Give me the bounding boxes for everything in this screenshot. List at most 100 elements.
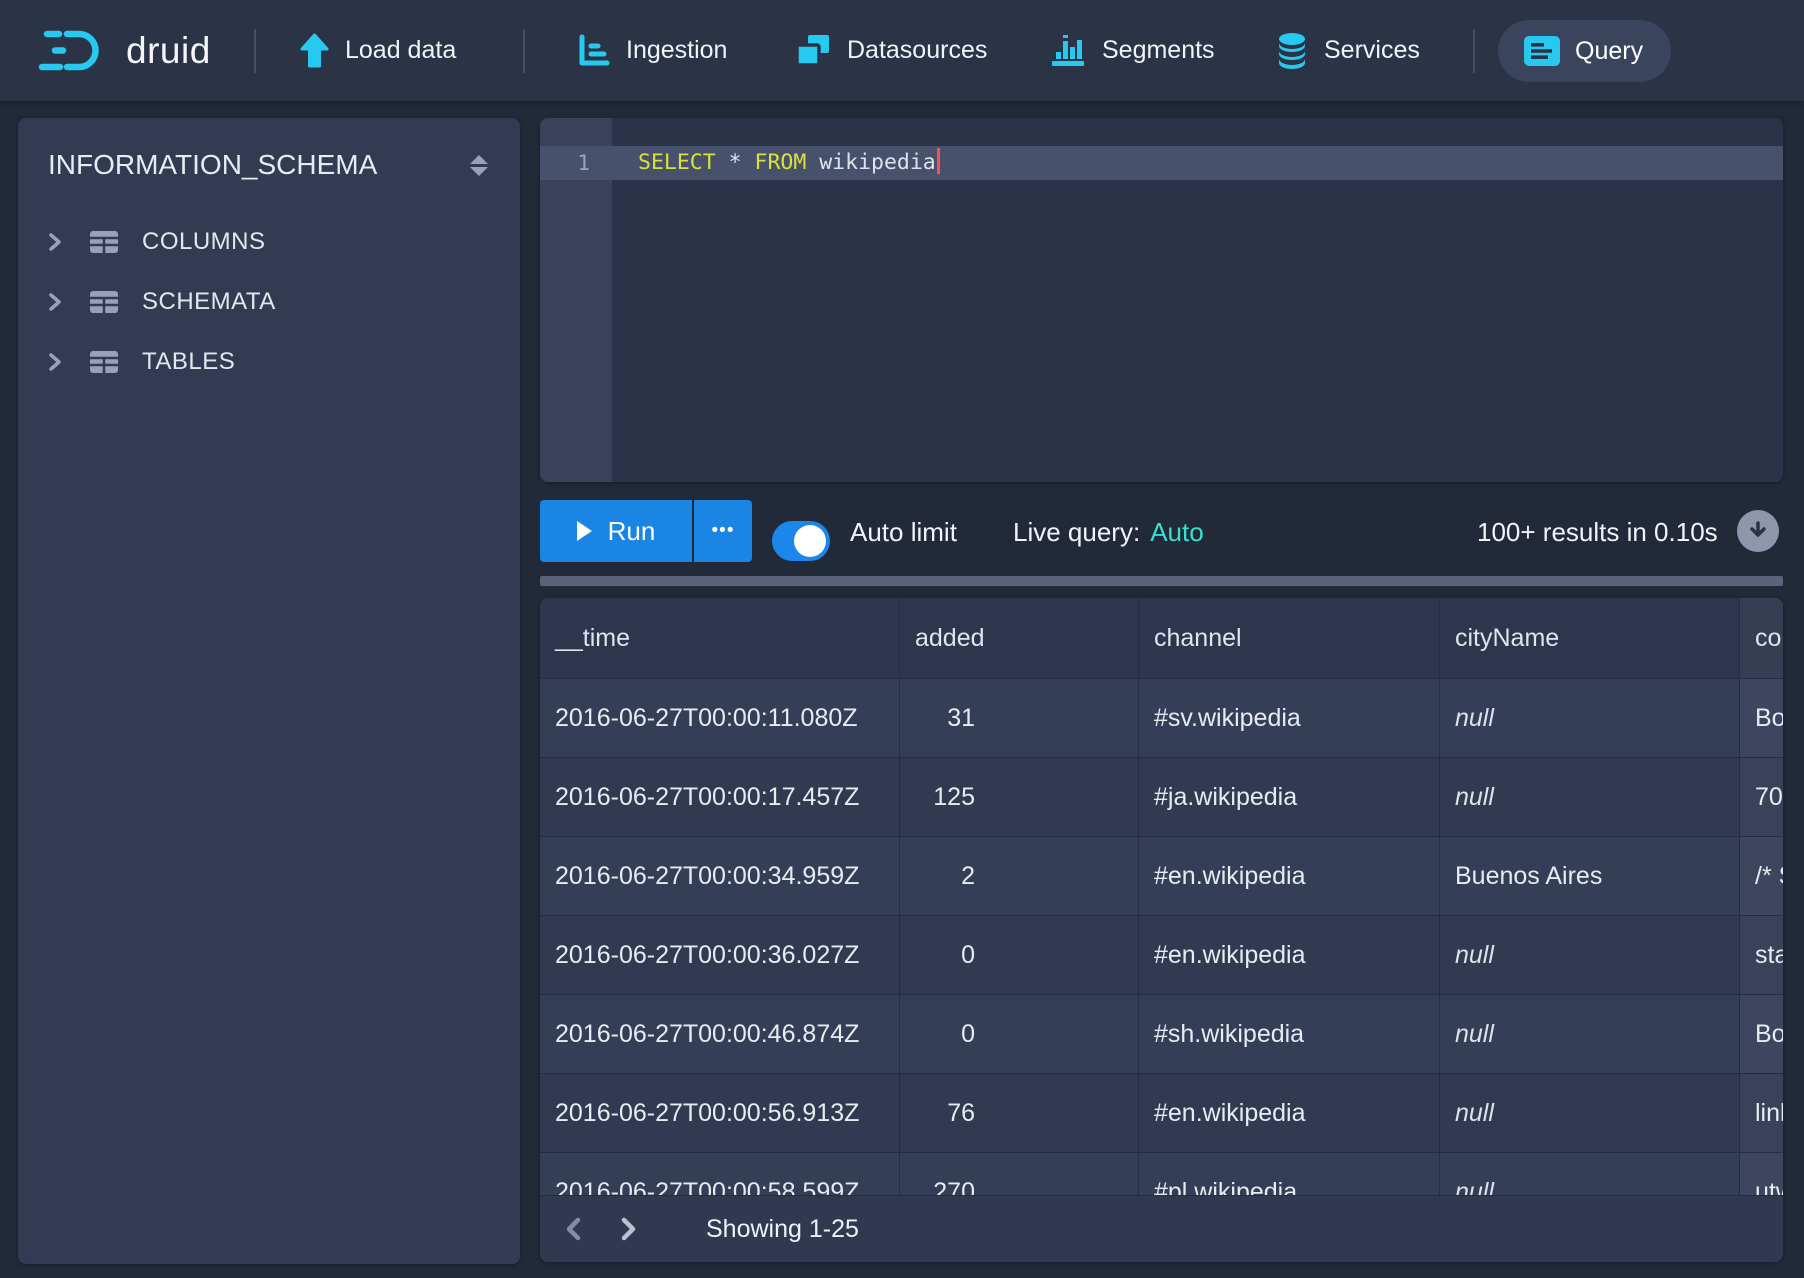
cell-channel[interactable]: #en.wikipedia: [1139, 837, 1440, 915]
column-header-comment[interactable]: comment: [1740, 598, 1783, 678]
nav-item-segments[interactable]: Segments: [1048, 0, 1215, 101]
table-row: 2016-06-27T00:00:36.027Z 0 #en.wikipedia…: [540, 915, 1783, 994]
column-header-time[interactable]: __time: [540, 598, 900, 678]
auto-limit-toggle[interactable]: [772, 521, 830, 561]
run-more-button[interactable]: •••: [694, 500, 752, 562]
upload-arrow-icon: [298, 33, 331, 69]
cell-cityname[interactable]: null: [1440, 1153, 1740, 1196]
nav-item-query-active[interactable]: Query: [1498, 20, 1671, 82]
chevron-right-icon: [44, 351, 66, 373]
cell-comment[interactable]: utw: [1740, 1153, 1783, 1196]
cell-time[interactable]: 2016-06-27T00:00:58.599Z: [540, 1153, 900, 1196]
run-button[interactable]: Run: [540, 500, 692, 562]
cell-cityname[interactable]: null: [1440, 1074, 1740, 1152]
cell-cityname[interactable]: null: [1440, 916, 1740, 994]
table-row: 2016-06-27T00:00:58.599Z 270 #pl.wikiped…: [540, 1152, 1783, 1196]
live-query: Live query: Auto: [1013, 501, 1204, 563]
nav-item-ingestion[interactable]: Ingestion: [574, 0, 727, 101]
chevron-right-icon: [44, 231, 66, 253]
cell-time[interactable]: 2016-06-27T00:00:11.080Z: [540, 679, 900, 757]
nav-item-label: Ingestion: [626, 36, 727, 65]
cell-cityname[interactable]: null: [1440, 995, 1740, 1073]
cell-comment[interactable]: Bot: [1740, 679, 1783, 757]
schema-tree: COLUMNS SCHEMATA: [18, 212, 520, 392]
nav-separator: [523, 29, 525, 73]
nav-separator: [1473, 29, 1475, 73]
showing-label: Showing 1-25: [706, 1215, 859, 1244]
druid-logo-icon: [36, 24, 110, 78]
sql-text: wikipedia: [806, 150, 935, 175]
cell-time[interactable]: 2016-06-27T00:00:46.874Z: [540, 995, 900, 1073]
cell-comment[interactable]: link: [1740, 1074, 1783, 1152]
druid-logo[interactable]: druid: [36, 0, 211, 101]
cell-added[interactable]: 270: [900, 1153, 1139, 1196]
table-row: 2016-06-27T00:00:56.913Z 76 #en.wikipedi…: [540, 1073, 1783, 1152]
play-icon: [577, 521, 592, 541]
chevron-right-icon: [44, 291, 66, 313]
cell-channel[interactable]: #en.wikipedia: [1139, 1074, 1440, 1152]
column-header-added[interactable]: added: [900, 598, 1139, 678]
pagination-bar: Showing 1-25: [540, 1195, 1783, 1262]
schema-title: INFORMATION_SCHEMA: [48, 149, 377, 181]
druid-console: druid Load data Ingestion: [0, 0, 1804, 1278]
toggle-knob: [794, 525, 826, 557]
run-label: Run: [608, 516, 656, 547]
cell-cityname[interactable]: Buenos Aires: [1440, 837, 1740, 915]
tree-item-tables[interactable]: TABLES: [18, 332, 520, 392]
cell-comment[interactable]: 70:: [1740, 758, 1783, 836]
ingestion-chart-icon: [574, 32, 612, 70]
cell-added[interactable]: 2: [900, 837, 1139, 915]
auto-limit-label: Auto limit: [850, 501, 957, 563]
live-query-value[interactable]: Auto: [1150, 517, 1204, 548]
nav-item-datasources[interactable]: Datasources: [793, 0, 987, 101]
cell-added[interactable]: 31: [900, 679, 1139, 757]
cell-channel[interactable]: #sv.wikipedia: [1139, 679, 1440, 757]
cell-cityname[interactable]: null: [1440, 679, 1740, 757]
cell-time[interactable]: 2016-06-27T00:00:56.913Z: [540, 1074, 900, 1152]
horizontal-scrollbar[interactable]: [540, 576, 1783, 586]
table-row: 2016-06-27T00:00:11.080Z 31 #sv.wikipedi…: [540, 678, 1783, 757]
column-header-cityname[interactable]: cityName: [1440, 598, 1740, 678]
text-cursor: [937, 148, 940, 174]
live-query-label: Live query:: [1013, 517, 1140, 548]
results-header: __time added channel cityName comment: [540, 598, 1783, 678]
cell-comment[interactable]: sta: [1740, 916, 1783, 994]
tree-item-columns[interactable]: COLUMNS: [18, 212, 520, 272]
table-row: 2016-06-27T00:00:34.959Z 2 #en.wikipedia…: [540, 836, 1783, 915]
cell-time[interactable]: 2016-06-27T00:00:17.457Z: [540, 758, 900, 836]
nav-item-services[interactable]: Services: [1274, 0, 1420, 101]
table-grid-icon: [88, 288, 120, 316]
cell-time[interactable]: 2016-06-27T00:00:36.027Z: [540, 916, 900, 994]
cell-added[interactable]: 125: [900, 758, 1139, 836]
top-nav: druid Load data Ingestion: [0, 0, 1804, 101]
next-page-button[interactable]: [608, 1206, 648, 1252]
cell-time[interactable]: 2016-06-27T00:00:34.959Z: [540, 837, 900, 915]
sql-keyword: SELECT: [638, 150, 716, 175]
cell-cityname[interactable]: null: [1440, 758, 1740, 836]
sql-query-text[interactable]: SELECT * FROM wikipedia: [638, 146, 940, 180]
console-icon: [1523, 35, 1561, 67]
results-summary: 100+ results in 0.10s: [1477, 501, 1718, 563]
layers-icon: [793, 32, 833, 70]
sql-editor[interactable]: 1 SELECT * FROM wikipedia: [540, 118, 1783, 482]
download-results-button[interactable]: [1737, 510, 1779, 552]
database-icon: [1274, 31, 1310, 71]
column-header-channel[interactable]: channel: [1139, 598, 1440, 678]
schema-selector[interactable]: INFORMATION_SCHEMA: [18, 118, 520, 182]
cell-added[interactable]: 0: [900, 916, 1139, 994]
sql-keyword: FROM: [755, 150, 807, 175]
ellipsis-icon: •••: [712, 520, 735, 542]
nav-item-label: Services: [1324, 36, 1420, 65]
cell-comment[interactable]: /* S: [1740, 837, 1783, 915]
cell-channel[interactable]: #en.wikipedia: [1139, 916, 1440, 994]
nav-item-load-data[interactable]: Load data: [298, 0, 456, 101]
cell-channel[interactable]: #pl.wikipedia: [1139, 1153, 1440, 1196]
prev-page-button[interactable]: [554, 1206, 594, 1252]
cell-channel[interactable]: #ja.wikipedia: [1139, 758, 1440, 836]
cell-added[interactable]: 0: [900, 995, 1139, 1073]
cell-comment[interactable]: Bot: [1740, 995, 1783, 1073]
double-caret-icon[interactable]: [462, 148, 496, 182]
cell-added[interactable]: 76: [900, 1074, 1139, 1152]
cell-channel[interactable]: #sh.wikipedia: [1139, 995, 1440, 1073]
tree-item-schemata[interactable]: SCHEMATA: [18, 272, 520, 332]
